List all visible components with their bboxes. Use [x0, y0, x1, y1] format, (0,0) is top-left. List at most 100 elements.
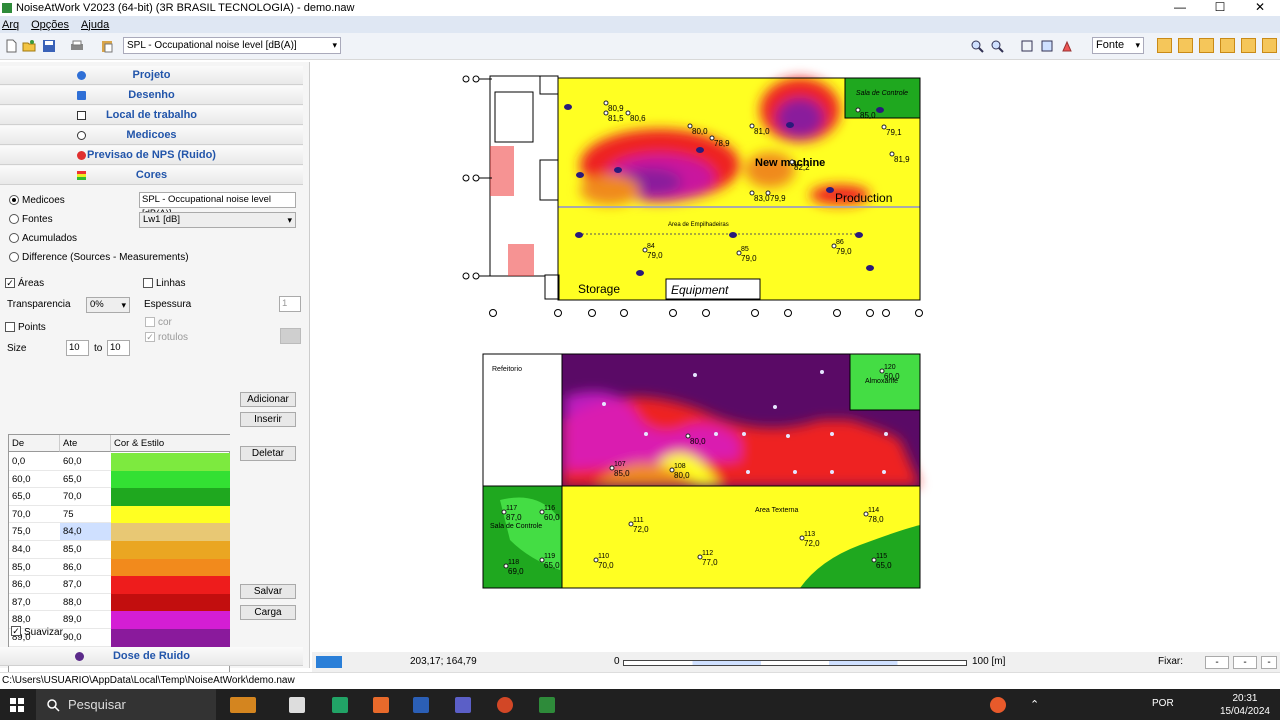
fontes-select[interactable]: Lw1 [dB] ▾	[139, 212, 296, 228]
table-cell-color[interactable]	[111, 593, 230, 612]
spreadsheet-icon[interactable]	[332, 697, 348, 713]
word-icon[interactable]	[413, 697, 429, 713]
menu-arq[interactable]: Arq	[2, 19, 19, 31]
zoom-in-icon[interactable]	[990, 39, 1004, 53]
section-medicoes[interactable]: Medicoes	[0, 126, 303, 145]
table-cell-de[interactable]: 84,0	[9, 541, 60, 559]
floor-plan-1[interactable]: Sala de Controle Area de Empilhadeiras N…	[462, 75, 923, 317]
fixar-field-3[interactable]: -	[1261, 656, 1277, 669]
table-cell-ate[interactable]: 85,0	[60, 541, 111, 559]
maximize-button[interactable]: ☐	[1200, 0, 1240, 16]
floor-plan-2[interactable]: Refeitorio Almoxarife Sala de Controle A…	[482, 353, 921, 589]
open-folder-icon[interactable]	[22, 39, 36, 53]
box-icon[interactable]	[373, 697, 389, 713]
zoom-extents-icon[interactable]	[1020, 39, 1034, 53]
font-select[interactable]: Fonte ▾	[1092, 37, 1144, 54]
size-from-field[interactable]: 10	[66, 340, 89, 356]
table-cell-ate[interactable]: 89,0	[60, 611, 111, 629]
table-cell-de[interactable]: 70,0	[9, 506, 60, 524]
radio-fontes[interactable]	[9, 214, 19, 224]
section-desenho[interactable]: Desenho	[0, 86, 303, 105]
radio-acumulados[interactable]	[9, 233, 19, 243]
tray-chevron-icon[interactable]: ⌃	[1030, 698, 1039, 711]
table-cell-ate[interactable]: 75	[60, 506, 111, 524]
menu-ajuda[interactable]: Ajuda	[81, 19, 109, 31]
section-projeto[interactable]: Projeto	[0, 66, 303, 85]
minimize-button[interactable]: —	[1160, 0, 1200, 16]
table-cell-ate[interactable]: 87,0	[60, 576, 111, 594]
table-cell-de[interactable]: 0,0	[9, 453, 60, 471]
zoom-window-icon[interactable]	[1040, 39, 1054, 53]
section-cores[interactable]: Cores	[0, 166, 303, 185]
colors-view-icon[interactable]	[1241, 38, 1256, 53]
table-cell-color[interactable]	[111, 488, 230, 506]
table-cell-ate[interactable]: 65,0	[60, 471, 111, 489]
noiseatwork-icon[interactable]	[539, 697, 555, 713]
table-cell-color[interactable]	[111, 611, 230, 629]
windows-start-icon[interactable]	[10, 698, 24, 712]
add-button[interactable]: Adicionar	[240, 392, 296, 407]
table-cell-ate[interactable]: 84,0	[60, 523, 111, 541]
table-cell-color[interactable]	[111, 470, 230, 489]
table-cell-de[interactable]: 85,0	[9, 559, 60, 577]
powerpoint-icon[interactable]	[497, 697, 513, 713]
delete-button[interactable]: Deletar	[240, 446, 296, 461]
table-cell-de[interactable]: 60,0	[9, 471, 60, 489]
rotulos-checkbox[interactable]: ✓	[145, 332, 155, 342]
layer-icon[interactable]	[1157, 38, 1172, 53]
table-cell-de[interactable]: 75,0	[9, 523, 60, 541]
espessura-field[interactable]: 1	[279, 296, 301, 312]
table-cell-ate[interactable]: 86,0	[60, 559, 111, 577]
table-cell-ate[interactable]: 90,0	[60, 629, 111, 647]
drawing-canvas[interactable]: Sala de Controle Area de Empilhadeiras N…	[312, 62, 1280, 652]
paste-icon[interactable]	[100, 39, 114, 53]
view-select[interactable]: SPL - Occupational noise level [dB(A)] ▾	[123, 37, 341, 54]
transparencia-select[interactable]: 0% ▾	[86, 297, 130, 313]
line-color-swatch[interactable]	[280, 328, 301, 344]
table-cell-color[interactable]	[111, 523, 230, 541]
fixar-field-1[interactable]: -	[1205, 656, 1229, 669]
section-previsao[interactable]: Previsao de NPS (Ruido)	[0, 146, 303, 165]
points-checkbox[interactable]	[5, 322, 15, 332]
save-button[interactable]: Salvar	[240, 584, 296, 599]
radio-difference[interactable]	[9, 252, 19, 262]
fixar-field-2[interactable]: -	[1233, 656, 1257, 669]
table-cell-de[interactable]: 87,0	[9, 594, 60, 612]
source-view-icon[interactable]	[1220, 38, 1235, 53]
section-local-de-trabalho[interactable]: Local de trabalho	[0, 106, 303, 125]
briefcase-icon[interactable]	[230, 697, 256, 713]
table-cell-ate[interactable]: 88,0	[60, 594, 111, 612]
table-cell-de[interactable]: 86,0	[9, 576, 60, 594]
medicoes-field[interactable]: SPL - Occupational noise level [dB(A)]	[139, 192, 296, 219]
suavizar-checkbox[interactable]: ✓	[11, 626, 21, 636]
measurement-view-icon[interactable]	[1199, 38, 1214, 53]
weather-icon[interactable]	[990, 697, 1006, 713]
insert-button[interactable]: Inserir	[240, 412, 296, 427]
cor-checkbox[interactable]	[145, 317, 155, 327]
print-icon[interactable]	[70, 39, 84, 53]
linhas-checkbox[interactable]	[143, 278, 153, 288]
table-cell-color[interactable]	[111, 505, 230, 524]
table-cell-de[interactable]: 65,0	[9, 488, 60, 506]
task-view-icon[interactable]	[289, 697, 305, 713]
menu-opcoes[interactable]: Opções	[31, 19, 69, 31]
taskbar-search[interactable]: Pesquisar	[36, 689, 216, 720]
table-cell-color[interactable]	[111, 576, 230, 594]
table-cell-color[interactable]	[111, 541, 230, 559]
table-cell-color[interactable]	[111, 629, 230, 647]
workplace-view-icon[interactable]	[1178, 38, 1193, 53]
dose-view-icon[interactable]	[1262, 38, 1277, 53]
size-to-field[interactable]: 10	[107, 340, 130, 356]
language-indicator[interactable]: POR	[1152, 698, 1174, 709]
section-dose[interactable]: Dose de Ruido	[0, 647, 303, 666]
teams-icon[interactable]	[455, 697, 471, 713]
clock[interactable]: 20:31 15/04/2024	[1220, 689, 1270, 718]
close-button[interactable]: ✕	[1240, 0, 1280, 16]
pan-icon[interactable]	[1060, 39, 1074, 53]
new-file-icon[interactable]	[4, 39, 18, 53]
areas-checkbox[interactable]: ✓	[5, 278, 15, 288]
save-icon[interactable]	[42, 39, 56, 53]
table-cell-ate[interactable]: 60,0	[60, 453, 111, 471]
zoom-out-icon[interactable]	[970, 39, 984, 53]
table-cell-color[interactable]	[111, 453, 230, 471]
